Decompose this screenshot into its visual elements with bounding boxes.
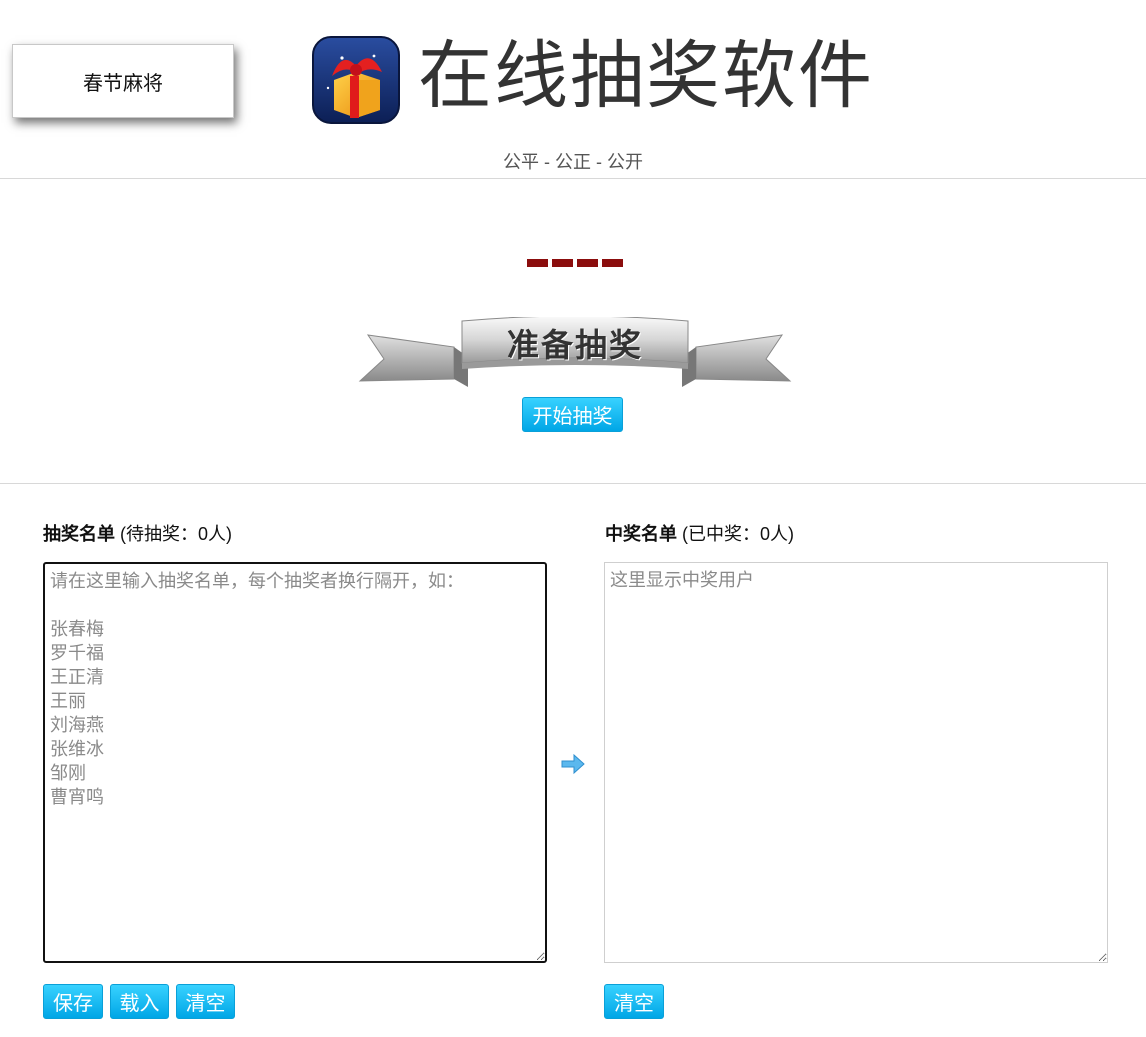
site-title: 在线抽奖软件 (418, 33, 874, 119)
status-ribbon-label: 准备抽奖 (506, 326, 643, 364)
site-subtitle: 公平 - 公正 - 公开 (503, 152, 643, 172)
winner-list-output[interactable] (604, 562, 1108, 963)
winner-placeholder (527, 259, 623, 267)
clear-candidates-button[interactable]: 清空 (176, 984, 235, 1019)
status-ribbon: 准备抽奖 (358, 315, 792, 395)
winner-list-title: 中奖名单 (605, 524, 677, 544)
winner-dash (602, 259, 623, 267)
page-header: 春节麻将 在线抽奖软件 公平 - 公正 - 公开 (0, 0, 1146, 179)
winner-dash (552, 259, 573, 267)
draw-area: 准备抽奖 开始抽奖 (0, 179, 1146, 484)
side-link-label: 春节麻将 (83, 72, 163, 95)
winner-count: (已中奖：0人) (682, 524, 795, 544)
side-link-spring-mahjong[interactable]: 春节麻将 (12, 44, 234, 118)
lottery-page: 春节麻将 在线抽奖软件 公平 - 公正 - 公开 准备抽奖 开始抽奖 抽奖名单 … (0, 0, 1146, 1037)
arrow-right-icon (561, 753, 585, 775)
candidate-count: (待抽奖：0人) (120, 524, 233, 544)
load-list-button[interactable]: 载入 (110, 984, 169, 1019)
candidate-list-input[interactable] (43, 562, 547, 963)
candidate-list-heading: 抽奖名单 (待抽奖：0人) (43, 520, 232, 546)
candidate-list-title: 抽奖名单 (43, 524, 115, 544)
start-draw-button[interactable]: 开始抽奖 (522, 397, 623, 432)
winner-dash (577, 259, 598, 267)
gift-box-icon (312, 36, 400, 124)
save-list-button[interactable]: 保存 (43, 984, 103, 1019)
winner-dash (527, 259, 548, 267)
clear-winners-button[interactable]: 清空 (604, 984, 664, 1019)
winner-list-heading: 中奖名单 (已中奖：0人) (605, 520, 794, 546)
